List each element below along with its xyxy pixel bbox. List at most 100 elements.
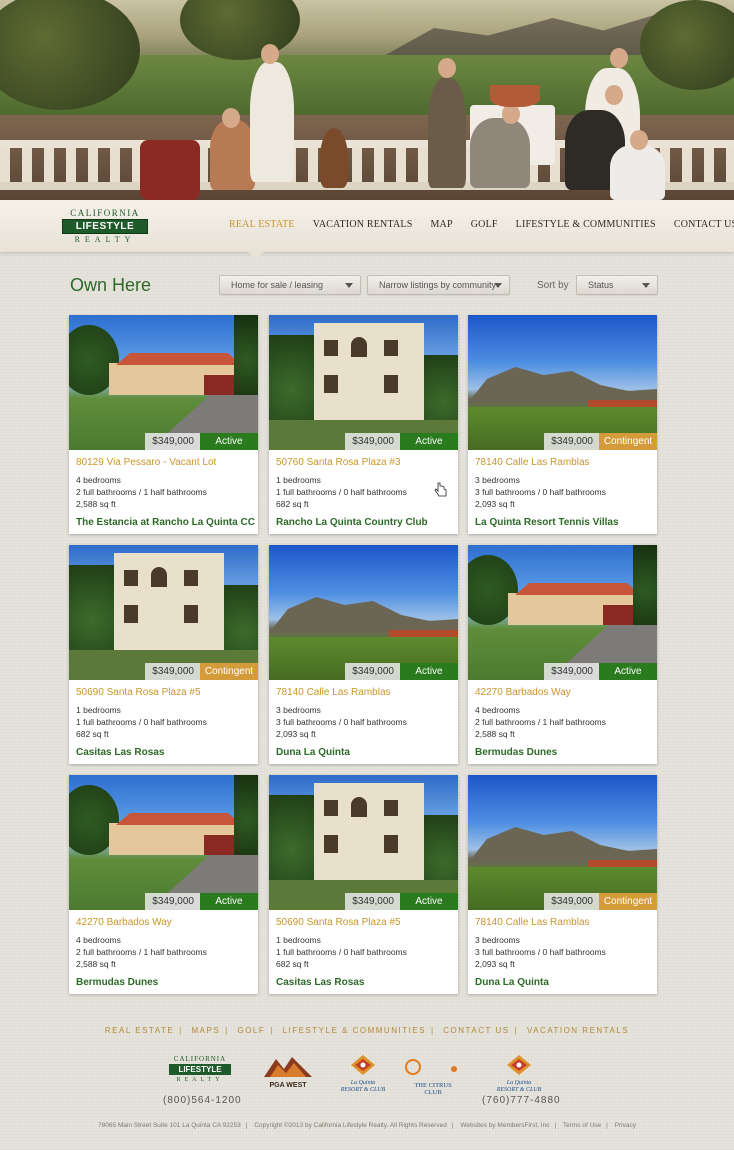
terms-link[interactable]: Terms of Use (563, 1122, 601, 1129)
nav-real-estate[interactable]: REAL ESTATE (229, 219, 295, 230)
hero-person (250, 62, 294, 182)
footer-logo-la-quinta-resort[interactable]: La Quinta RESORT & CLUB (496, 1055, 542, 1094)
footer-logo-california-lifestyle[interactable]: CALIFORNIA LIFESTYLE REALTY (168, 1055, 232, 1084)
listing-address[interactable]: 78140 Calle Las Ramblas (475, 457, 590, 468)
hero-chiminea (320, 128, 348, 188)
listing-community[interactable]: Bermudas Dunes (76, 977, 158, 988)
separator: | (225, 1026, 229, 1035)
listing-card[interactable]: $349,000 Active 42270 Barbados Way 4 bedroo… (69, 775, 258, 994)
listing-bathrooms: 1 full bathrooms / 0 half bathrooms (276, 487, 407, 497)
nav-vacation-rentals[interactable]: VACATION RENTALS (313, 219, 413, 230)
listing-sqft: 2,588 sq ft (76, 499, 116, 509)
listing-card[interactable]: $349,000 Active 80129 Via Pessaro - Vacant… (69, 315, 258, 534)
hero-person-head (261, 44, 279, 64)
nav-contact-us[interactable]: CONTACT US (674, 219, 734, 230)
footer-logo-citrus-club[interactable]: THE CITRUS CLUB (405, 1055, 461, 1096)
listing-photo[interactable] (468, 775, 657, 910)
listing-card[interactable]: $349,000 Active 50690 Santa Rosa Plaza #5 1… (269, 775, 458, 994)
listing-community[interactable]: Casitas Las Rosas (76, 747, 164, 758)
hero-person-head (222, 108, 240, 128)
listing-address[interactable]: 42270 Barbados Way (76, 917, 172, 928)
footer-link-contact[interactable]: CONTACT US (443, 1026, 509, 1035)
listing-community[interactable]: Rancho La Quinta Country Club (276, 517, 428, 528)
listing-bathrooms: 1 full bathrooms / 0 half bathrooms (276, 947, 407, 957)
sort-value: Status (588, 280, 614, 290)
footer-logo-line-1: CALIFORNIA (173, 1055, 227, 1063)
listing-address[interactable]: 80129 Via Pessaro - Vacant Lot (76, 457, 216, 468)
listing-price: $349,000 (544, 893, 599, 910)
hero-person-head (610, 48, 628, 68)
listing-photo[interactable] (69, 775, 258, 910)
footer-logo-la-quinta[interactable]: La Quinta RESORT & CLUB (340, 1055, 386, 1094)
footer-link-lifestyle[interactable]: LIFESTYLE & COMMUNITIES (283, 1026, 426, 1035)
footer-address: 78065 Main Street Suite 101 La Quinta CA… (98, 1122, 241, 1129)
listing-photo[interactable] (269, 775, 458, 910)
footer-link-golf[interactable]: GOLF (237, 1026, 265, 1035)
listing-card[interactable]: $349,000 Active 42270 Barbados Way 4 bedroo… (468, 545, 657, 764)
listing-photo[interactable] (69, 315, 258, 450)
listing-card[interactable]: $349,000 Contingent 78140 Calle Las Rambla… (468, 315, 657, 534)
hero-person-head (605, 85, 623, 105)
nav-lifestyle-communities[interactable]: LIFESTYLE & COMMUNITIES (516, 219, 656, 230)
site-logo[interactable]: CALIFORNIA LIFESTYLE REALTY (60, 208, 150, 244)
listing-address[interactable]: 50760 Santa Rosa Plaza #3 (276, 457, 401, 468)
listing-card[interactable]: $349,000 Contingent 78140 Calle Las Rambla… (468, 775, 657, 994)
phone-right[interactable]: (760)777-4880 (482, 1095, 561, 1106)
listing-sqft: 2,588 sq ft (76, 959, 116, 969)
listing-card[interactable]: $349,000 Active 78140 Calle Las Ramblas 3 b… (269, 545, 458, 764)
listing-sqft: 682 sq ft (76, 729, 109, 739)
listing-photo[interactable] (69, 545, 258, 680)
footer-link-vacation-rentals[interactable]: VACATION RENTALS (527, 1026, 629, 1035)
status-badge: Active (599, 663, 657, 680)
listing-community[interactable]: Casitas Las Rosas (276, 977, 364, 988)
nav-golf[interactable]: GOLF (471, 219, 498, 230)
status-badge: Active (400, 663, 458, 680)
header-navbar: CALIFORNIA LIFESTYLE REALTY REAL ESTATE … (0, 200, 734, 259)
hero-person-head (502, 104, 520, 124)
listing-community[interactable]: Duna La Quinta (276, 747, 350, 758)
hero-person (210, 120, 255, 190)
listing-photo[interactable] (269, 315, 458, 450)
listing-price: $349,000 (145, 893, 200, 910)
privacy-link[interactable]: Privacy (615, 1122, 636, 1129)
listing-card[interactable]: $349,000 Contingent 50690 Santa Rosa Plaza… (69, 545, 258, 764)
listing-community[interactable]: The Estancia at Rancho La Quinta CC (76, 517, 255, 528)
listing-address[interactable]: 42270 Barbados Way (475, 687, 571, 698)
sort-dropdown[interactable]: Status (576, 275, 658, 295)
chevron-down-icon (494, 283, 502, 288)
status-badge: Contingent (200, 663, 258, 680)
la-quinta-resort-emblem-icon (507, 1055, 531, 1075)
community-filter-dropdown[interactable]: Narrow listings by community (367, 275, 510, 295)
listing-sqft: 682 sq ft (276, 499, 309, 509)
listing-community[interactable]: Duna La Quinta (475, 977, 549, 988)
listing-address[interactable]: 78140 Calle Las Ramblas (475, 917, 590, 928)
listing-community[interactable]: Bermudas Dunes (475, 747, 557, 758)
separator: | (270, 1026, 274, 1035)
status-badge: Active (200, 433, 258, 450)
listing-address[interactable]: 78140 Calle Las Ramblas (276, 687, 391, 698)
type-filter-dropdown[interactable]: Home for sale / leasing (219, 275, 361, 295)
footer-link-maps[interactable]: MAPS (191, 1026, 220, 1035)
footer-links: REAL ESTATE | MAPS | GOLF | LIFESTYLE & COM… (0, 1026, 734, 1035)
listing-bathrooms: 2 full bathrooms / 1 half bathrooms (76, 487, 207, 497)
status-badge: Contingent (599, 433, 657, 450)
main-nav: REAL ESTATE VACATION RENTALS MAP GOLF LI… (229, 219, 734, 230)
hero-planter (490, 85, 540, 107)
listing-sqft: 2,093 sq ft (475, 959, 515, 969)
citrus-club-orange-icon (405, 1059, 457, 1075)
phone-left[interactable]: (800)564-1200 (163, 1095, 242, 1106)
listing-address[interactable]: 50690 Santa Rosa Plaza #5 (76, 687, 201, 698)
listing-address[interactable]: 50690 Santa Rosa Plaza #5 (276, 917, 401, 928)
footer-logo-pga-west[interactable]: PGA WEST (264, 1055, 312, 1090)
credit-link[interactable]: Websites by MembersFirst, Inc (460, 1122, 549, 1129)
nav-map[interactable]: MAP (430, 219, 452, 230)
listing-bathrooms: 1 full bathrooms / 0 half bathrooms (76, 717, 207, 727)
listing-price: $349,000 (544, 433, 599, 450)
footer-link-real-estate[interactable]: REAL ESTATE (105, 1026, 174, 1035)
listing-community[interactable]: La Quinta Resort Tennis Villas (475, 517, 619, 528)
listing-photo[interactable] (269, 545, 458, 680)
listing-photo[interactable] (468, 315, 657, 450)
listing-card[interactable]: $349,000 Active 50760 Santa Rosa Plaza #3 1… (269, 315, 458, 534)
listing-photo[interactable] (468, 545, 657, 680)
la-quinta-resort-label: La Quinta RESORT & CLUB (496, 1080, 542, 1093)
